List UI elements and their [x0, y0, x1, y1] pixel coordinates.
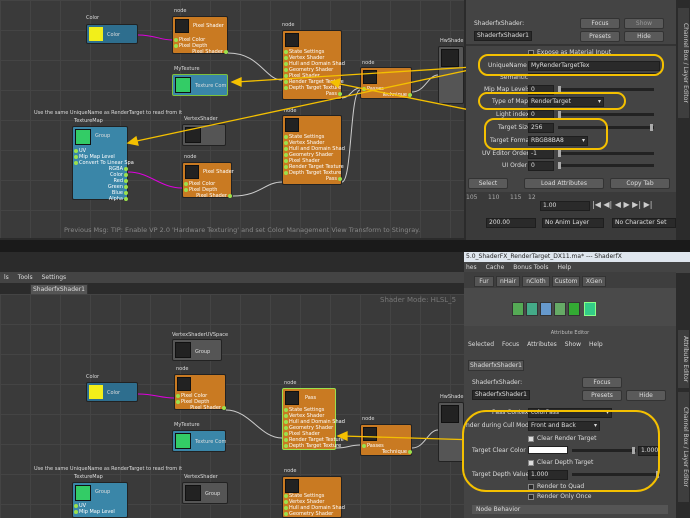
shelf-icons: [464, 288, 676, 326]
divider: [466, 44, 676, 46]
ae-menu-focus[interactable]: Focus: [502, 341, 519, 348]
shelf-icon-6[interactable]: [584, 302, 596, 316]
shelf-tab-nhair[interactable]: nHair: [496, 276, 520, 287]
focus-button[interactable]: Focus: [580, 18, 620, 29]
render-once-checkbox[interactable]: Render Only Once: [528, 492, 591, 501]
copy-tab-button[interactable]: Copy Tab: [610, 178, 670, 189]
ae-menu-help[interactable]: Help: [589, 341, 603, 348]
shelf-icon-3[interactable]: [540, 302, 552, 316]
uiorder-field[interactable]: 0: [528, 161, 554, 171]
tick-105: 105: [466, 194, 478, 201]
shelf-icon-2[interactable]: [526, 302, 538, 316]
render-once-label: Render Only Once: [537, 493, 592, 500]
current-frame-field[interactable]: 1.00: [540, 201, 590, 211]
tick-110: 110: [488, 194, 500, 201]
mip-slider[interactable]: [558, 86, 654, 93]
b-presets-button[interactable]: Presets: [582, 390, 622, 401]
tick-115: 115: [510, 194, 522, 201]
menu-bonus[interactable]: Bonus Tools: [513, 264, 548, 271]
b-focus-button[interactable]: Focus: [582, 377, 622, 388]
presets-button[interactable]: Presets: [580, 31, 620, 42]
select-button[interactable]: Select: [468, 178, 508, 189]
shelf-icon-1[interactable]: [512, 302, 524, 316]
highlight-render-settings: [462, 410, 660, 492]
menu-ls[interactable]: ls: [4, 274, 9, 281]
b-shader-name-field[interactable]: ShaderfxShader1: [472, 390, 530, 400]
ae-menu-selected[interactable]: Selected: [468, 341, 494, 348]
checkbox-icon: [528, 493, 534, 500]
shader-name-field[interactable]: ShaderfxShader1: [474, 31, 532, 41]
shelf-tab-xgen[interactable]: XGen: [582, 276, 606, 287]
shelf-tab-fur[interactable]: Fur: [474, 276, 494, 287]
end-frame-field[interactable]: 200.00: [486, 218, 536, 228]
bottom-titlebar: 5.0_ShaderFX_RenderTarget_DX11.ma* --- S…: [464, 252, 690, 262]
ae-menu-show[interactable]: Show: [565, 341, 581, 348]
ae-menubar: Selected Focus Attributes Show Help: [468, 340, 668, 350]
light-slider[interactable]: [558, 111, 654, 118]
ae-title: Attribute Editor: [550, 330, 590, 336]
menu-hes[interactable]: hes: [466, 264, 477, 271]
ae-tab-shader[interactable]: ShaderfxShader1: [468, 360, 524, 371]
b-shader-label: ShaderfxShader:: [472, 379, 523, 386]
uvorder-slider[interactable]: [558, 150, 654, 157]
side-tab-attribute-editor[interactable]: Attribute Editor: [678, 330, 689, 388]
highlight-typemap: [478, 92, 626, 110]
hide-button[interactable]: Hide: [624, 31, 664, 42]
show-button[interactable]: Show: [624, 18, 664, 29]
side-tab-channel-box[interactable]: Channel Box / Layer Editor: [678, 8, 689, 118]
uiorder-slider[interactable]: [558, 162, 654, 169]
load-attributes-button[interactable]: Load Attributes: [524, 178, 604, 189]
character-set-dropdown[interactable]: No Character Set: [612, 218, 676, 228]
playback-controls[interactable]: |◀ ◀| ◀ ▶ ▶| ▶|: [592, 200, 652, 209]
uvorder-label: UV Editor Order: [482, 150, 530, 157]
menu-help[interactable]: Help: [558, 264, 572, 271]
shelf-tabs: Fur nHair nCloth Custom XGen: [464, 272, 676, 288]
b-hide-button[interactable]: Hide: [626, 390, 666, 401]
uiorder-label: UI Order: [502, 162, 528, 169]
shelf-icon-4[interactable]: [554, 302, 566, 316]
tick-12: 12: [528, 194, 536, 201]
highlight-target: [484, 118, 608, 150]
uvorder-field[interactable]: -1: [528, 149, 554, 159]
bottom-menubar-left: ls Tools Settings: [0, 272, 464, 283]
node-behavior-section[interactable]: Node Behavior: [472, 505, 668, 514]
shader-label: ShaderfxShader:: [474, 20, 525, 27]
shelf-icon-5[interactable]: [568, 302, 580, 316]
window-gap: [0, 240, 690, 252]
menu-cache[interactable]: Cache: [486, 264, 505, 271]
ae-menu-attributes[interactable]: Attributes: [527, 341, 557, 348]
menu-settings[interactable]: Settings: [42, 274, 67, 281]
highlight-uniquename: [478, 54, 664, 76]
menu-tools[interactable]: Tools: [18, 274, 33, 281]
shelf-tab-custom[interactable]: Custom: [552, 276, 580, 287]
shelf-tab-ncloth[interactable]: nCloth: [522, 276, 550, 287]
side-tab-channel-box-2[interactable]: Channel Box / Layer Editor: [678, 392, 689, 502]
anim-layer-dropdown[interactable]: No Anim Layer: [542, 218, 604, 228]
